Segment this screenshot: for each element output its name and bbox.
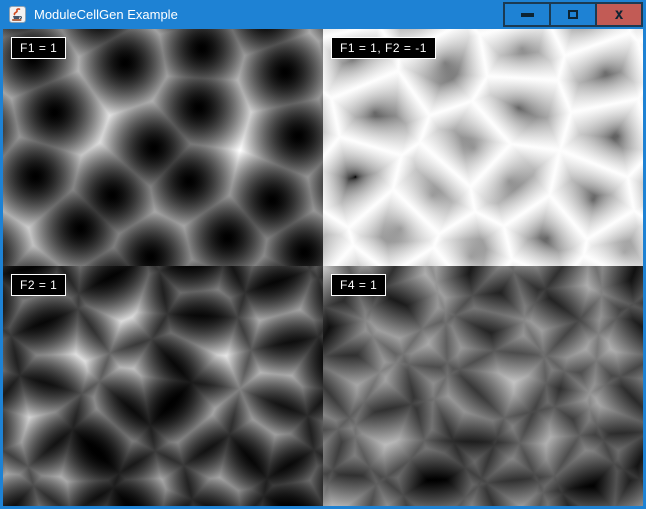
- panel-label-f1f2: F1 = 1, F2 = -1: [331, 37, 436, 59]
- panel-label-f1: F1 = 1: [11, 37, 66, 59]
- minimize-button[interactable]: [503, 2, 551, 27]
- app-window: ModuleCellGen Example x F1 = 1 F1 = 1, F…: [0, 0, 646, 509]
- minimize-icon: [521, 13, 534, 17]
- noise-panel-f1: F1 = 1: [3, 29, 323, 266]
- maximize-icon: [568, 10, 578, 19]
- window-controls: x: [505, 2, 643, 27]
- noise-panel-f1f2: F1 = 1, F2 = -1: [323, 29, 643, 266]
- noise-canvas-f4: [323, 266, 643, 506]
- noise-canvas-f2: [3, 266, 323, 506]
- noise-canvas-f1f2: [323, 29, 643, 266]
- noise-panel-f4: F4 = 1: [323, 266, 643, 506]
- panel-label-f2: F2 = 1: [11, 274, 66, 296]
- close-button[interactable]: x: [595, 2, 643, 27]
- java-app-icon: [9, 6, 26, 23]
- window-title: ModuleCellGen Example: [34, 7, 178, 22]
- noise-grid: F1 = 1 F1 = 1, F2 = -1 F2 = 1 F4 = 1: [3, 29, 643, 506]
- noise-panel-f2: F2 = 1: [3, 266, 323, 506]
- noise-canvas-f1: [3, 29, 323, 266]
- maximize-button[interactable]: [549, 2, 597, 27]
- close-icon: x: [614, 7, 623, 22]
- panel-label-f4: F4 = 1: [331, 274, 386, 296]
